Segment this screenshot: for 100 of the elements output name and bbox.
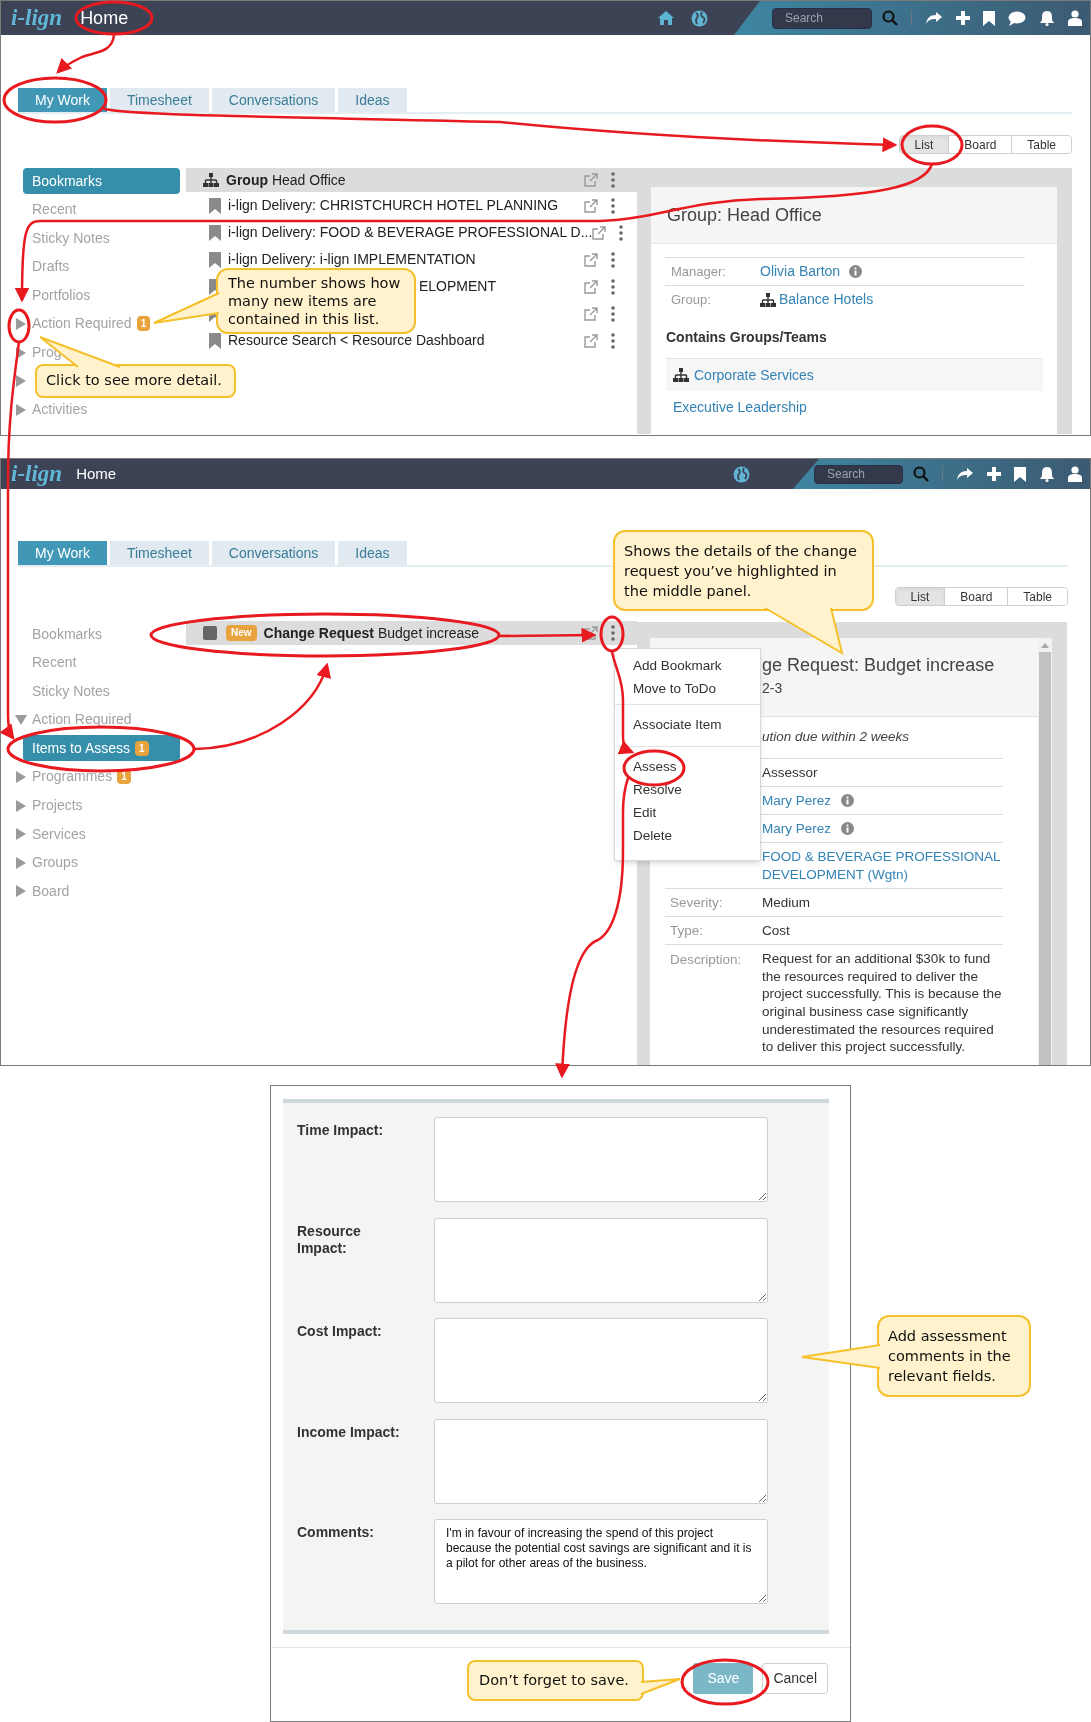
list-item-title[interactable]: Change Request Budget increase	[263, 622, 584, 644]
sidebar-item[interactable]: Services	[32, 821, 86, 848]
caret-icon[interactable]	[16, 403, 26, 416]
info-icon[interactable]	[849, 265, 863, 278]
external-link-icon[interactable]	[584, 626, 598, 640]
more-icon[interactable]	[611, 332, 615, 349]
save-button[interactable]: Save	[693, 1663, 754, 1694]
list-item-title[interactable]: ELOPMENT	[419, 276, 584, 297]
sidebar-item[interactable]: Drafts	[23, 253, 180, 280]
list-item-title[interactable]: i-lign Delivery: FOOD & BEVERAGE PROFESSIONAL D...	[228, 222, 593, 243]
external-link-icon[interactable]	[584, 333, 598, 348]
member-link[interactable]: Corporate Services	[694, 364, 814, 386]
tab[interactable]: Conversations	[211, 88, 336, 112]
globe-icon[interactable]	[733, 465, 750, 483]
sidebar-item[interactable]: Sticky Notes	[23, 678, 180, 705]
scrollbar[interactable]	[1038, 638, 1052, 1065]
user-icon[interactable]	[1068, 466, 1082, 482]
sidebar-item[interactable]: Programmes 1	[32, 763, 131, 790]
bell-icon[interactable]	[1039, 10, 1055, 26]
scroll-up-icon[interactable]	[1041, 643, 1049, 648]
info-icon[interactable]	[841, 794, 855, 807]
menu-item[interactable]: Assess	[615, 756, 760, 779]
sidebar-item[interactable]: Sticky Notes	[23, 225, 180, 252]
list-row[interactable]: New Change Request Budget increase	[186, 621, 637, 645]
caret-icon[interactable]	[16, 856, 26, 869]
field-link[interactable]: Mary Perez	[762, 819, 832, 838]
external-link-icon[interactable]	[584, 252, 598, 267]
sidebar-item[interactable]: Action Required 1	[32, 310, 151, 337]
globe-icon[interactable]	[691, 9, 708, 27]
caret-icon[interactable]	[16, 317, 26, 330]
sidebar-item[interactable]: Groups	[32, 849, 78, 876]
logo[interactable]: i-lign	[11, 459, 63, 492]
external-link-icon[interactable]	[584, 279, 598, 294]
sidebar-item[interactable]: Portfolios	[23, 282, 180, 309]
member-link[interactable]: Executive Leadership	[673, 396, 807, 418]
more-icon[interactable]	[611, 197, 615, 214]
search-icon[interactable]	[913, 466, 929, 482]
external-link-icon[interactable]	[584, 306, 598, 321]
chat-icon[interactable]	[1008, 10, 1026, 26]
share-icon[interactable]	[956, 467, 974, 481]
more-icon[interactable]	[619, 224, 624, 241]
menu-item[interactable]: Move to ToDo	[615, 678, 760, 701]
sidebar-item[interactable]: Items to Assess 1	[23, 735, 180, 762]
info-icon[interactable]	[841, 822, 855, 835]
logo[interactable]: i-lign	[11, 1, 63, 36]
caret-icon[interactable]	[16, 885, 26, 898]
external-link-icon[interactable]	[584, 173, 598, 187]
cancel-button[interactable]: Cancel	[762, 1663, 828, 1694]
scrollbar-thumb[interactable]	[1039, 652, 1051, 1065]
tab[interactable]: Conversations	[211, 541, 336, 565]
field-link[interactable]: Balance Hotels	[779, 289, 874, 310]
home-icon[interactable]	[657, 10, 675, 26]
field-link[interactable]: FOOD & BEVERAGE PROFESSIONAL DEVELOPMENT (Wgtn)	[762, 848, 1003, 884]
text-area[interactable]: I'm in favour of increasing the spend of this project because the potential cost savings are significant and it is a pilot for other areas of the business.	[434, 1519, 768, 1604]
member-row[interactable]: Corporate Services	[666, 358, 1043, 391]
list-row[interactable]: Group Head Office	[186, 168, 637, 192]
caret-icon[interactable]	[16, 799, 26, 812]
view-toggle[interactable]: List	[899, 136, 950, 153]
sidebar-item[interactable]: Board	[32, 878, 70, 905]
sidebar-item[interactable]: Recent	[23, 196, 180, 223]
caret-icon[interactable]	[16, 346, 26, 359]
tab[interactable]: Timesheet	[109, 541, 209, 565]
tab[interactable]: Ideas	[338, 88, 407, 112]
list-item-title[interactable]: i-lign Delivery: i-lign IMPLEMENTATION	[228, 249, 584, 270]
bookmark-icon[interactable]	[983, 10, 995, 26]
more-icon[interactable]	[611, 625, 615, 641]
caret-icon[interactable]	[16, 770, 26, 783]
plus-icon[interactable]	[987, 467, 1001, 481]
user-icon[interactable]	[1068, 10, 1082, 26]
tab[interactable]: My Work	[18, 88, 107, 112]
sidebar-item[interactable]: Activities	[32, 396, 88, 423]
list-item-title[interactable]: i-lign Delivery: CHRISTCHURCH HOTEL PLANNING	[228, 195, 584, 216]
caret-icon[interactable]	[15, 714, 27, 725]
search-icon[interactable]	[882, 10, 898, 26]
more-icon[interactable]	[611, 305, 615, 322]
menu-item[interactable]: Associate Item	[615, 714, 760, 737]
external-link-icon[interactable]	[592, 225, 607, 240]
sidebar-item[interactable]: Recent	[23, 649, 180, 676]
menu-item[interactable]: Delete	[615, 825, 760, 848]
tab[interactable]: Timesheet	[109, 88, 209, 112]
caret-icon[interactable]	[16, 828, 26, 841]
more-icon[interactable]	[611, 172, 615, 188]
more-icon[interactable]	[611, 251, 615, 268]
menu-item[interactable]: Edit	[615, 802, 760, 825]
sidebar-item[interactable]: Bookmarks	[23, 621, 180, 647]
sidebar-item[interactable]: Projects	[32, 792, 83, 819]
external-link-icon[interactable]	[584, 198, 598, 213]
view-toggle[interactable]: List	[895, 588, 946, 605]
list-item-title[interactable]: Group Head Office	[226, 169, 584, 191]
sidebar-item[interactable]: Bookmarks	[23, 168, 180, 194]
menu-item[interactable]: Resolve	[615, 779, 760, 802]
search-field[interactable]: Search	[772, 7, 872, 29]
field-link[interactable]: Mary Perez	[762, 791, 832, 810]
menu-item[interactable]: Add Bookmark	[615, 655, 760, 678]
plus-icon[interactable]	[956, 11, 970, 25]
tab[interactable]: My Work	[18, 541, 107, 565]
tab[interactable]: Ideas	[338, 541, 407, 565]
more-icon[interactable]	[611, 278, 615, 295]
bookmark-icon[interactable]	[1014, 466, 1026, 482]
caret-icon[interactable]	[16, 375, 26, 388]
